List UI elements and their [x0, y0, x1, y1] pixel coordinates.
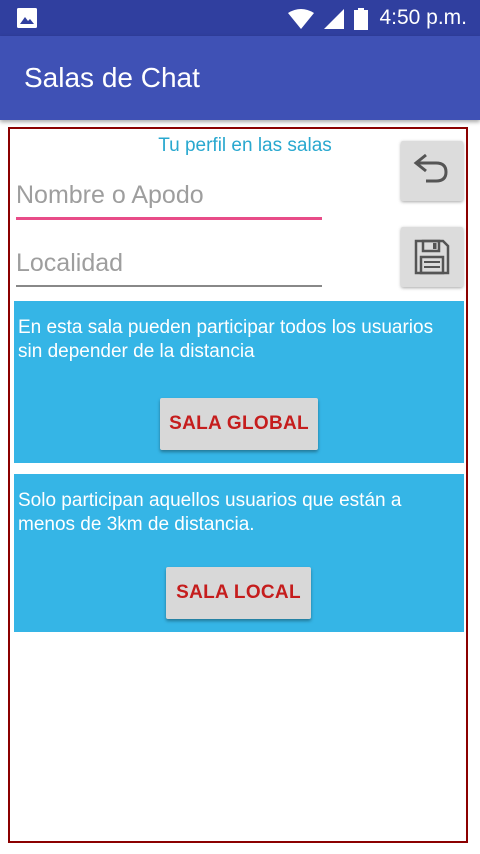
signal-icon	[324, 9, 344, 34]
status-time: 4:50 p.m.	[379, 6, 467, 29]
local-room-description: Solo participan aquellos usuarios que es…	[18, 490, 402, 535]
wifi-icon	[288, 9, 314, 34]
local-room-button[interactable]: SALA LOCAL	[166, 567, 311, 619]
locality-input[interactable]	[16, 245, 322, 287]
global-room-description: En esta sala pueden participar todos los…	[18, 317, 434, 362]
local-room-panel: Solo participan aquellos usuarios que es…	[14, 474, 464, 632]
app-title: Salas de Chat	[24, 62, 200, 93]
global-room-panel: En esta sala pueden participar todos los…	[14, 301, 464, 463]
name-input[interactable]	[16, 177, 322, 220]
undo-button[interactable]	[401, 141, 463, 201]
undo-icon	[413, 153, 448, 183]
save-button[interactable]	[401, 227, 463, 287]
status-bar: 4:50 p.m.	[0, 0, 480, 36]
main-content: Tu perfil en las salas En esta sala pued…	[8, 127, 468, 843]
gallery-icon	[17, 8, 37, 33]
global-room-button[interactable]: SALA GLOBAL	[160, 398, 318, 450]
profile-section-title: Tu perfil en las salas	[158, 135, 332, 156]
battery-icon	[354, 8, 368, 35]
floppy-disk-icon	[414, 239, 450, 275]
app-bar: Salas de Chat	[0, 36, 480, 120]
